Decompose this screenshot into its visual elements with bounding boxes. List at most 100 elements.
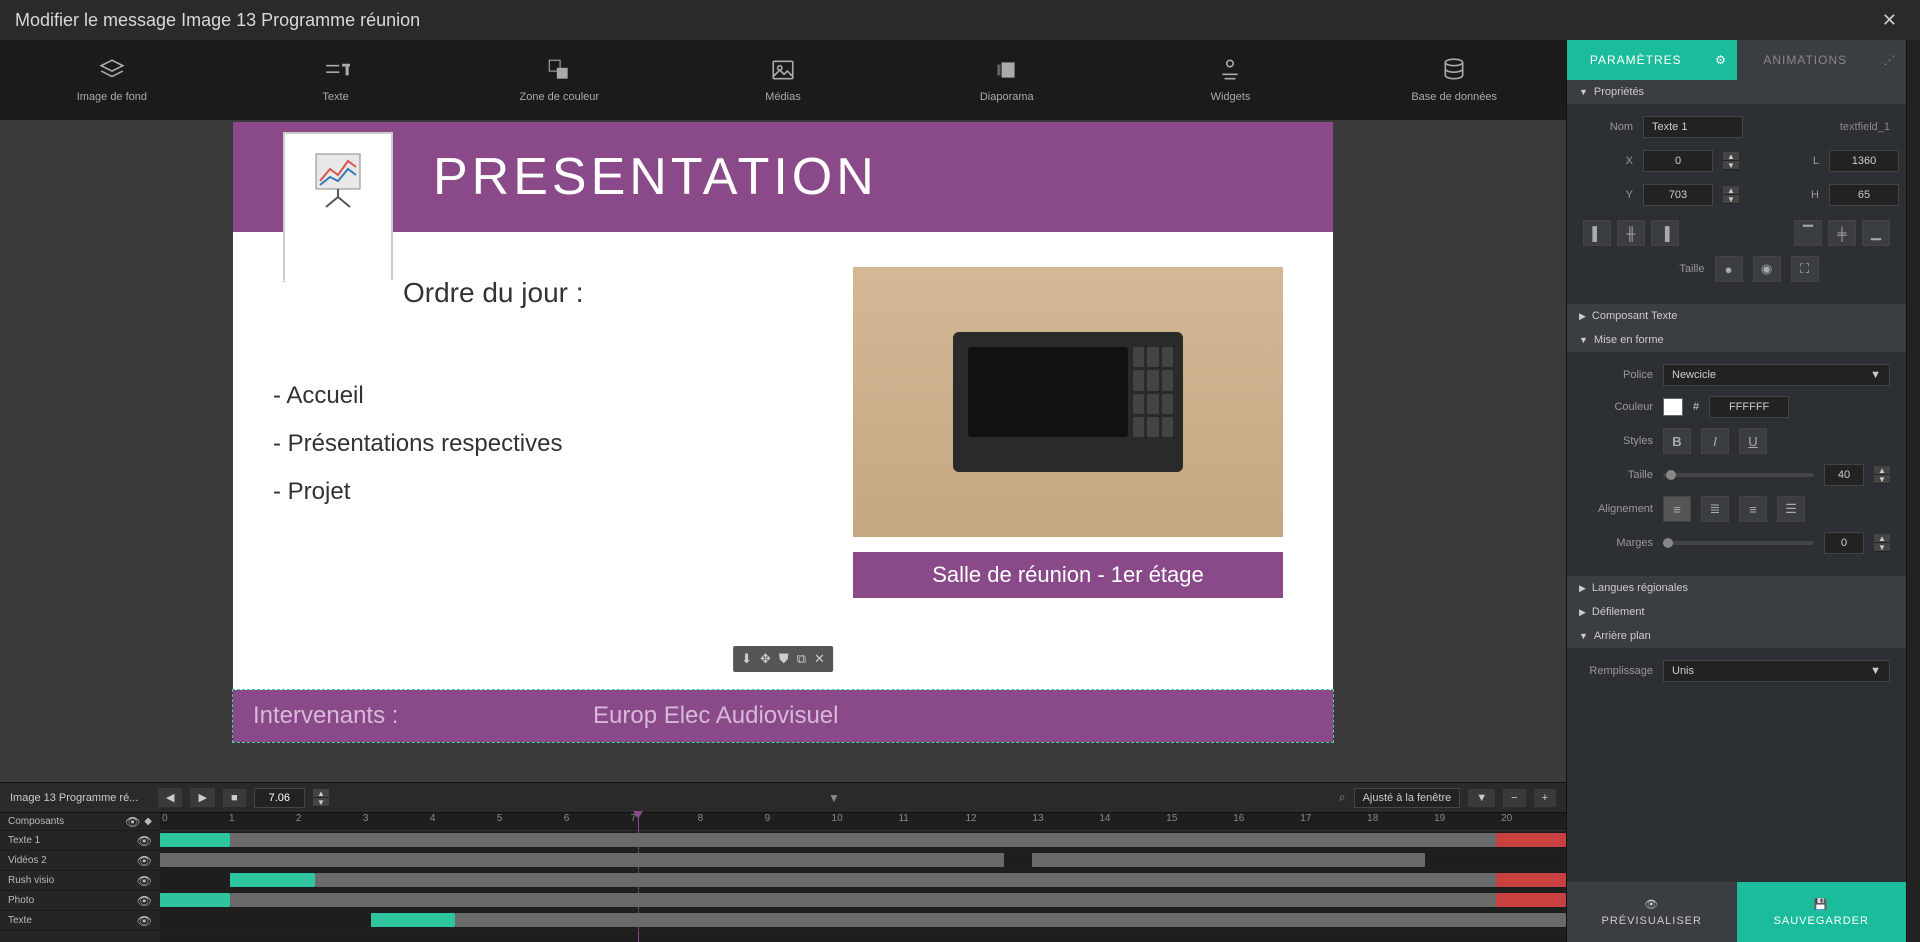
preview-button[interactable]: 👁 PRÉVISUALISER <box>1567 882 1737 942</box>
align-left-button[interactable]: ▌ <box>1583 220 1611 246</box>
lock-toggle[interactable]: ◆ <box>144 816 152 827</box>
section-properties[interactable]: ▼Propriétés <box>1567 80 1906 104</box>
visibility-toggle[interactable]: 👁 <box>137 894 152 908</box>
tab-anim-icon[interactable]: ⋰ <box>1874 40 1906 80</box>
media-photo[interactable] <box>853 267 1283 537</box>
y-input[interactable] <box>1643 184 1713 206</box>
timeline-ruler[interactable]: 01234567891011121314151617181920 <box>160 813 1566 831</box>
visibility-toggle[interactable]: 👁 <box>137 874 152 888</box>
clip[interactable] <box>230 873 314 887</box>
track-label[interactable]: Rush visio <box>8 875 54 886</box>
tool-slideshow[interactable]: Diaporama <box>895 40 1119 120</box>
timeline-dropdown-icon[interactable]: ▼ <box>828 791 840 805</box>
timeline-time[interactable]: 7.06 <box>254 788 305 808</box>
section-regional[interactable]: ▶Langues régionales <box>1567 576 1906 600</box>
mini-move-icon[interactable]: ✥ <box>760 651 771 667</box>
bold-button[interactable]: B <box>1663 428 1691 454</box>
clip[interactable] <box>230 833 1495 847</box>
clip[interactable] <box>160 833 230 847</box>
y-spinner[interactable]: ▲▼ <box>1723 186 1739 204</box>
text-align-justify[interactable]: ☰ <box>1777 496 1805 522</box>
align-right-button[interactable]: ▐ <box>1651 220 1679 246</box>
agenda-title[interactable]: Ordre du jour : <box>403 277 584 309</box>
tab-animations[interactable]: ANIMATIONS <box>1737 40 1875 80</box>
track-row[interactable] <box>160 851 1566 871</box>
timeline-search-icon[interactable]: ⌕ <box>1339 790 1346 805</box>
x-spinner[interactable]: ▲▼ <box>1723 152 1739 170</box>
visibility-toggle[interactable]: 👁 <box>137 854 152 868</box>
timeline-stop-button[interactable]: ■ <box>223 789 246 807</box>
visibility-toggle[interactable]: 👁 <box>137 834 152 848</box>
tool-media[interactable]: Médias <box>671 40 895 120</box>
text-align-right[interactable]: ≡ <box>1739 496 1767 522</box>
align-top-button[interactable]: ▔ <box>1794 220 1822 246</box>
align-bottom-button[interactable]: ▁ <box>1862 220 1890 246</box>
close-button[interactable]: ✕ <box>1874 6 1905 35</box>
underline-button[interactable]: U <box>1739 428 1767 454</box>
slide-header[interactable]: PRESENTATION <box>233 122 1333 232</box>
zoom-in-button[interactable]: + <box>1534 789 1556 807</box>
margin-input[interactable] <box>1824 532 1864 554</box>
align-center-v-button[interactable]: ╪ <box>1828 220 1856 246</box>
clip[interactable] <box>160 853 1004 867</box>
x-input[interactable] <box>1643 150 1713 172</box>
margin-spinner[interactable]: ▲▼ <box>1874 534 1890 552</box>
tool-database[interactable]: Base de données <box>1342 40 1566 120</box>
slide-canvas[interactable]: PRESENTATION Ordre du jour : - Accueil -… <box>233 122 1333 742</box>
clip[interactable] <box>315 873 1496 887</box>
track-row[interactable] <box>160 831 1566 851</box>
size-mode-1[interactable]: ● <box>1715 256 1743 282</box>
timeline-prev-button[interactable]: ◀ <box>158 788 182 807</box>
track-label[interactable]: Texte <box>8 915 32 926</box>
fontsize-slider[interactable] <box>1663 473 1814 477</box>
clip[interactable] <box>230 893 1495 907</box>
font-select[interactable]: Newcicle▼ <box>1663 364 1890 386</box>
h-input[interactable] <box>1829 184 1899 206</box>
track-row[interactable] <box>160 891 1566 911</box>
section-background[interactable]: ▼Arrière plan <box>1567 624 1906 648</box>
l-input[interactable] <box>1829 150 1899 172</box>
track-label[interactable]: Texte 1 <box>8 835 40 846</box>
fontsize-input[interactable] <box>1824 464 1864 486</box>
track-label[interactable]: Photo <box>8 895 34 906</box>
zoom-dropdown[interactable]: ▼ <box>1468 789 1495 807</box>
clip[interactable] <box>455 913 1566 927</box>
visibility-toggle[interactable]: 👁 <box>125 815 140 829</box>
clip[interactable] <box>1496 893 1566 907</box>
time-spinner[interactable]: ▲▼ <box>313 789 329 807</box>
text-align-center[interactable]: ≣ <box>1701 496 1729 522</box>
vertical-scrollbar[interactable] <box>1906 40 1920 942</box>
track-row[interactable] <box>160 911 1566 931</box>
track-row[interactable] <box>160 871 1566 891</box>
section-text-component[interactable]: ▶Composant Texte <box>1567 304 1906 328</box>
color-swatch[interactable] <box>1663 398 1683 416</box>
visibility-toggle[interactable]: 👁 <box>137 914 152 928</box>
tool-widgets[interactable]: Widgets <box>1119 40 1343 120</box>
clip[interactable] <box>160 893 230 907</box>
settings-gear-icon[interactable]: ⚙ <box>1705 40 1737 80</box>
mini-delete-icon[interactable]: ✕ <box>814 651 825 667</box>
canvas-area[interactable]: PRESENTATION Ordre du jour : - Accueil -… <box>0 120 1566 782</box>
tab-parameters[interactable]: PARAMÈTRES <box>1567 40 1705 80</box>
zoom-out-button[interactable]: − <box>1503 789 1525 807</box>
tool-text[interactable]: T Texte <box>224 40 448 120</box>
fill-select[interactable]: Unis▼ <box>1663 660 1890 682</box>
timeline-play-button[interactable]: ▶ <box>190 788 214 807</box>
section-scroll[interactable]: ▶Défilement <box>1567 600 1906 624</box>
color-hex-input[interactable] <box>1709 396 1789 418</box>
align-center-h-button[interactable]: ╫ <box>1617 220 1645 246</box>
size-mode-2[interactable]: ◉ <box>1753 256 1781 282</box>
size-mode-3[interactable]: ⛶ <box>1791 256 1819 282</box>
margin-slider[interactable] <box>1663 541 1814 545</box>
mini-download-icon[interactable]: ⬇ <box>741 651 752 667</box>
italic-button[interactable]: I <box>1701 428 1729 454</box>
clip[interactable] <box>371 913 455 927</box>
text-align-left[interactable]: ≡ <box>1663 496 1691 522</box>
slide-footer-text[interactable]: Intervenants : Europ Elec Audiovisuel <box>233 690 1333 742</box>
mini-shield-icon[interactable]: ⛊ <box>779 651 789 667</box>
name-input[interactable] <box>1643 116 1743 138</box>
clip[interactable] <box>1496 873 1566 887</box>
tool-color-zone[interactable]: Zone de couleur <box>447 40 671 120</box>
fontsize-spinner[interactable]: ▲▼ <box>1874 466 1890 484</box>
zoom-select[interactable]: Ajusté à la fenêtre <box>1354 788 1461 808</box>
